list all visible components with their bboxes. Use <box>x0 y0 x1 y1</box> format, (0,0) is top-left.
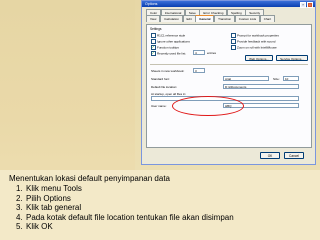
option-prompt-properties[interactable]: Prompt for workbook properties <box>231 33 279 38</box>
dialog-titlebar: Options ? × <box>142 1 315 8</box>
size-label: Size: <box>273 77 280 81</box>
tab-view[interactable]: View <box>146 15 161 22</box>
step-item: 5. Klik OK <box>16 222 53 232</box>
instructions-panel: Menentukan lokasi default penyimpanan da… <box>0 170 320 240</box>
sheets-label: Sheets in new workbook: <box>151 69 185 73</box>
tab-edit[interactable]: Edit <box>182 15 196 22</box>
ok-button[interactable]: OK <box>260 152 280 159</box>
feedback-sound-checkbox[interactable] <box>231 39 236 44</box>
service-options-button[interactable]: Service Options... <box>276 55 308 61</box>
option-feedback-sound[interactable]: Provide feedback with sound <box>231 39 275 44</box>
web-options-button[interactable]: Web Options... <box>245 55 273 61</box>
tab-transition[interactable]: Transition <box>214 15 236 22</box>
r1c1-checkbox[interactable] <box>151 33 156 38</box>
settings-group-label: Settings <box>150 27 162 31</box>
step-item: 3. Klik tab general <box>16 203 82 213</box>
ignore-apps-checkbox[interactable] <box>151 39 156 44</box>
standard-font-select[interactable]: Arial <box>223 76 269 81</box>
tab-chart[interactable]: Chart <box>259 15 276 22</box>
instructions-list: 1. Klik menu Tools 2. Pilih Options 3. Klik… <box>16 184 234 232</box>
cancel-button[interactable]: Cancel <box>284 152 304 159</box>
sheets-count-input[interactable]: 3 <box>193 68 205 73</box>
instructions-title: Menentukan lokasi default penyimpanan da… <box>9 174 170 183</box>
close-icon[interactable]: × <box>307 2 313 8</box>
step-item: 2. Pilih Options <box>16 193 71 203</box>
general-tab-page: Settings R1C1 reference style Ignore oth… <box>146 24 312 148</box>
font-size-select[interactable]: 10 <box>283 76 299 81</box>
tab-general[interactable]: General <box>195 15 215 22</box>
options-dialog: Options ? × Color International Save Err… <box>141 0 316 165</box>
default-location-label: Default file location: <box>151 85 178 89</box>
function-tooltips-checkbox[interactable] <box>151 45 156 50</box>
option-recent-files[interactable]: Recently used file list: <box>151 51 186 56</box>
username-label: User name: <box>151 104 167 108</box>
default-location-input[interactable]: D:\s\Documents <box>223 84 299 89</box>
prompt-properties-checkbox[interactable] <box>231 33 236 38</box>
dialog-title: Options <box>145 2 158 6</box>
entries-label: entries <box>207 51 217 55</box>
recent-files-count-input[interactable]: 4 <box>193 50 205 55</box>
standard-font-label: Standard font: <box>151 77 170 81</box>
step-item: 4. Pada kotak default file location tentu… <box>16 212 234 222</box>
step-item: 1. Klik menu Tools <box>16 184 82 193</box>
option-zoom-intellimouse[interactable]: Zoom on roll with IntelliMouse <box>231 45 277 50</box>
tab-calculation[interactable]: Calculation <box>160 15 183 22</box>
help-icon[interactable]: ? <box>300 2 306 8</box>
highlight-circle <box>172 96 244 116</box>
recent-files-checkbox[interactable] <box>151 51 156 56</box>
option-function-tooltips[interactable]: Function tooltips <box>151 45 179 50</box>
tab-row-2: View Calculation Edit General Transition… <box>146 15 276 22</box>
zoom-intellimouse-checkbox[interactable] <box>231 45 236 50</box>
tab-custom-lists[interactable]: Custom Lists <box>234 15 261 22</box>
option-ignore-other-apps[interactable]: Ignore other applications <box>151 39 190 44</box>
option-r1c1[interactable]: R1C1 reference style <box>151 33 185 38</box>
